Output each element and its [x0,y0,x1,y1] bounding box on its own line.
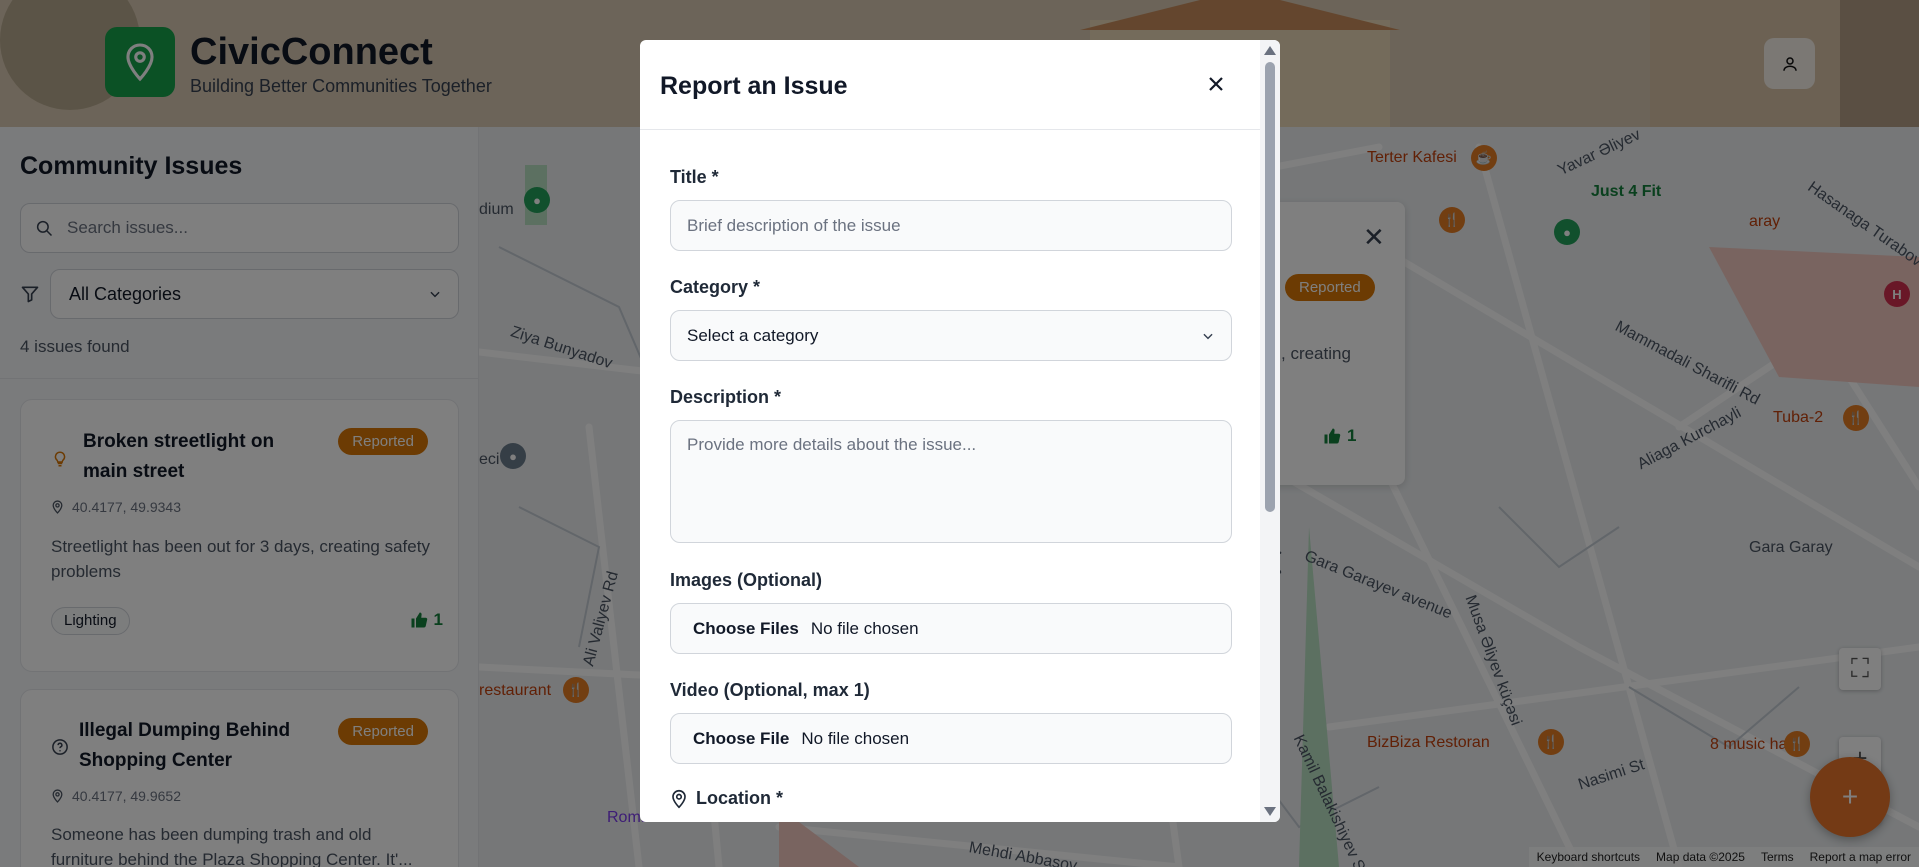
modal-header: Report an Issue [640,40,1260,130]
video-label: Video (Optional, max 1) [670,680,870,700]
scroll-thumb[interactable] [1265,62,1275,512]
location-label-text: Location * [696,788,784,808]
choose-file-button[interactable]: Choose File [693,729,789,749]
title-placeholder: Brief description of the issue [687,215,901,235]
close-button[interactable] [1200,68,1232,100]
description-label: Description * [670,387,782,407]
images-label: Images (Optional) [670,570,823,590]
title-label: Title * [670,167,719,187]
report-issue-modal: Report an Issue Title * Brief descriptio… [640,40,1280,822]
description-placeholder: Provide more details about the issue... [687,435,977,454]
location-pin-icon [672,789,686,808]
choose-files-button[interactable]: Choose Files [693,619,799,639]
close-icon [1209,77,1223,91]
video-file-input[interactable]: Choose File No file chosen [670,713,1232,764]
title-input[interactable]: Brief description of the issue [670,200,1232,251]
category-label: Category * [670,277,761,297]
scroll-up-arrow[interactable] [1264,46,1276,55]
chevron-down-icon [1203,333,1213,339]
modal-scrollbar[interactable] [1260,40,1280,822]
images-file-status: No file chosen [810,618,919,638]
scroll-down-arrow[interactable] [1264,807,1276,816]
location-label: Location * [670,788,783,809]
category-select-value: Select a category [687,325,819,345]
video-file-status: No file chosen [801,728,910,748]
modal-title: Report an Issue [660,72,848,100]
category-select[interactable]: Select a category [670,310,1232,361]
images-file-input[interactable]: Choose Files No file chosen [670,603,1232,654]
description-textarea[interactable]: Provide more details about the issue... [670,420,1232,543]
